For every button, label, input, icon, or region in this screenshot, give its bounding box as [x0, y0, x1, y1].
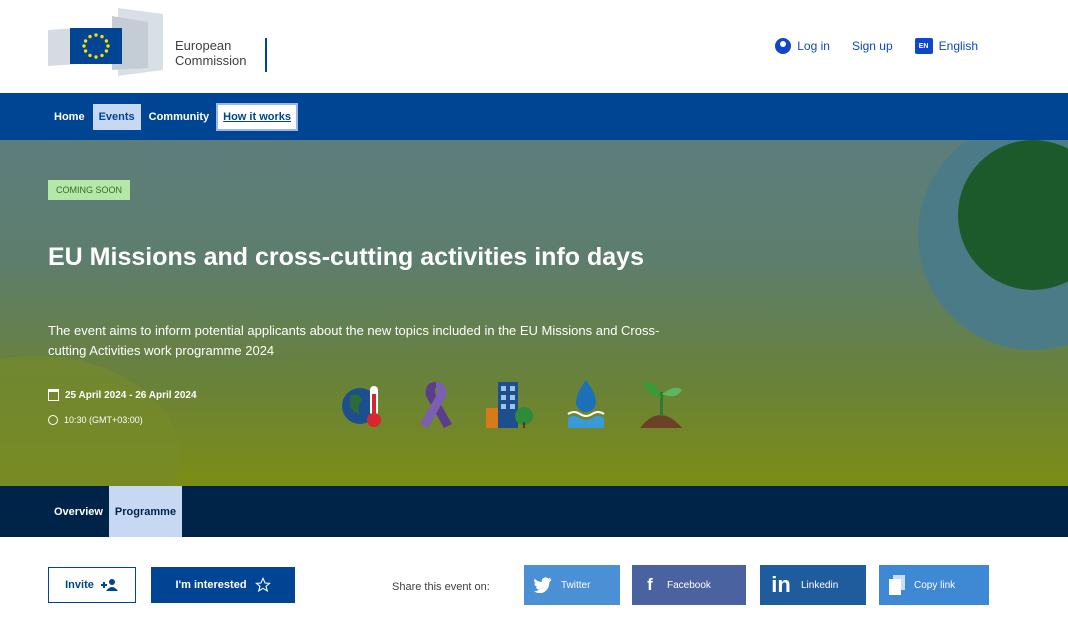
language-label: English — [938, 39, 978, 53]
share-facebook-button[interactable]: f Facebook — [632, 565, 746, 605]
nav-item-home[interactable]: Home — [48, 104, 91, 130]
tab-programme[interactable]: Programme — [108, 486, 183, 537]
language-icon: EN — [914, 38, 933, 54]
share-linkedin-button[interactable]: in Linkedin — [760, 565, 866, 605]
clock-icon — [48, 415, 58, 425]
share-twitter-button[interactable]: Twitter — [524, 565, 620, 605]
interested-label: I'm interested — [175, 579, 247, 591]
nav-item-community[interactable]: Community — [143, 104, 216, 130]
event-tabs: Overview Programme — [0, 486, 1068, 537]
event-description: The event aims to inform potential appli… — [48, 323, 660, 358]
logo-wordmark: European Commission — [175, 38, 247, 68]
copy-link-button[interactable]: Copy link — [879, 565, 989, 605]
signup-link[interactable]: Sign up — [852, 39, 893, 53]
copy-icon — [889, 575, 905, 595]
interested-button[interactable]: I'm interested — [151, 567, 295, 603]
soil-health-icon — [640, 382, 682, 428]
logo-line-2: Commission — [175, 53, 247, 68]
calendar-icon — [48, 389, 59, 401]
twitter-icon — [534, 577, 552, 593]
mission-icons — [340, 378, 684, 430]
facebook-label: Facebook — [667, 579, 711, 591]
login-link[interactable]: Log in — [775, 38, 830, 54]
event-time-text: 10:30 (GMT+03:00) — [64, 415, 143, 425]
user-links: Log in Sign up EN English — [775, 38, 978, 54]
event-hero-banner: COMING SOON EU Missions and cross-cuttin… — [0, 140, 1068, 486]
linkedin-label: Linkedin — [801, 579, 839, 591]
logo-line-1: European — [175, 38, 232, 53]
main-navigation: Home Events Community How it works — [0, 93, 1068, 140]
login-label: Log in — [797, 39, 830, 53]
climate-adaptation-icon — [342, 386, 381, 427]
add-user-icon — [100, 579, 118, 591]
ocean-water-icon — [567, 380, 605, 428]
eu-flag-icon — [48, 8, 163, 76]
event-date-text: 25 April 2024 - 26 April 2024 — [65, 389, 197, 401]
star-icon — [254, 577, 271, 593]
twitter-label: Twitter — [561, 579, 591, 591]
signup-label: Sign up — [851, 39, 893, 53]
invite-button[interactable]: Invite — [48, 567, 136, 603]
share-label: Share this event on: — [392, 581, 490, 593]
event-date: 25 April 2024 - 26 April 2024 — [48, 389, 197, 401]
logo-divider — [265, 38, 267, 72]
user-icon — [775, 38, 792, 54]
event-actions: Invite I'm interested Share this event o… — [0, 537, 1068, 640]
copy-link-label: Copy link — [914, 579, 956, 591]
european-commission-logo[interactable]: European Commission — [48, 8, 278, 76]
status-badge: COMING SOON — [48, 180, 131, 200]
event-time: 10:30 (GMT+03:00) — [48, 415, 143, 425]
linkedin-icon: in — [771, 572, 791, 597]
language-selector[interactable]: EN English — [914, 38, 978, 54]
invite-label: Invite — [65, 579, 94, 591]
smart-city-icon — [486, 382, 533, 428]
nav-item-how-it-works[interactable]: How it works — [216, 102, 298, 131]
cancer-ribbon-icon — [420, 382, 452, 428]
facebook-icon: f — [647, 575, 653, 594]
tab-overview[interactable]: Overview — [48, 486, 109, 537]
site-header: European Commission Log in Sign up EN En… — [0, 0, 1068, 93]
nav-item-events[interactable]: Events — [92, 103, 141, 130]
event-title: EU Missions and cross-cutting activities… — [48, 243, 644, 271]
